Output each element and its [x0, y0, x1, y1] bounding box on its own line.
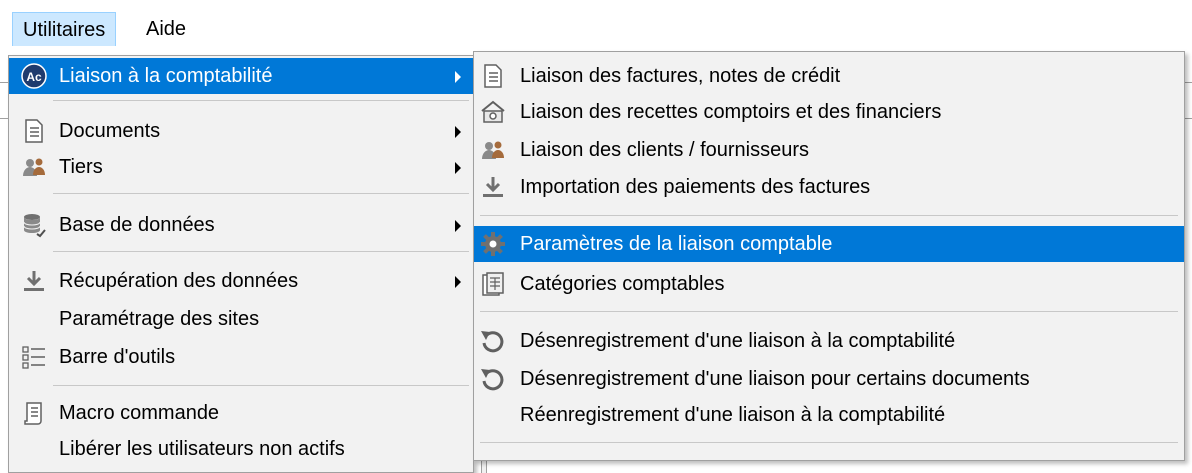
document-icon: [21, 118, 47, 144]
menu-item-label: Catégories comptables: [520, 273, 725, 295]
menu-item-liaison-comptabilite[interactable]: Ac Liaison à la comptabilité: [9, 58, 473, 94]
menu-item-liberer-utilisateurs[interactable]: Libérer les utilisateurs non actifs: [9, 431, 473, 467]
menu-bar: Utilitaires Aide: [0, 0, 1192, 46]
menu-item-label: Base de données: [59, 214, 215, 236]
menu-item-barre-outils[interactable]: Barre d'outils: [9, 339, 473, 375]
menu-item-documents[interactable]: Documents: [9, 113, 473, 149]
menu-item-liaison-recettes[interactable]: Liaison des recettes comptoirs et des fi…: [474, 94, 1184, 130]
submenu-arrow-icon: [455, 126, 461, 138]
menu-item-desenregistrement-liaison[interactable]: Désenregistrement d'une liaison à la com…: [474, 323, 1184, 359]
submenu-arrow-icon: [455, 276, 461, 288]
menu-item-liaison-factures[interactable]: Liaison des factures, notes de crédit: [474, 58, 1184, 94]
menu-item-label: Réenregistrement d'une liaison à la comp…: [520, 404, 946, 426]
menu-item-macro[interactable]: Macro commande: [9, 395, 473, 431]
submenu-arrow-icon: [455, 220, 461, 232]
menu-separator: [53, 251, 469, 252]
menu-item-label: Désenregistrement d'une liaison à la com…: [520, 330, 956, 352]
menu-item-reenregistrement[interactable]: Réenregistrement d'une liaison à la comp…: [474, 397, 1184, 433]
download-icon: [480, 174, 506, 200]
menu-item-label: Liaison à la comptabilité: [59, 65, 273, 87]
menu-separator: [53, 193, 469, 194]
users-icon: [480, 137, 506, 163]
undo-icon: [480, 328, 506, 354]
submenu-arrow-icon: [455, 71, 461, 83]
ledger-icon: [480, 271, 506, 297]
menu-item-label: Libérer les utilisateurs non actifs: [59, 438, 345, 460]
svg-text:Ac: Ac: [26, 70, 42, 84]
menu-item-import-paiements[interactable]: Importation des paiements des factures: [474, 169, 1184, 205]
menu-item-desenregistrement-documents[interactable]: Désenregistrement d'une liaison pour cer…: [474, 361, 1184, 397]
menu-aide[interactable]: Aide: [136, 12, 196, 46]
menu-item-recuperation[interactable]: Récupération des données: [9, 263, 473, 299]
menu-item-label: Importation des paiements des factures: [520, 176, 871, 198]
cash-register-icon: [480, 99, 506, 125]
gear-icon: [480, 231, 506, 257]
menu-separator: [480, 442, 1178, 443]
menu-item-label: Barre d'outils: [59, 346, 176, 368]
menu-separator: [480, 311, 1178, 312]
submenu-arrow-icon: [455, 162, 461, 174]
document-icon: [480, 63, 506, 89]
accounting-badge-icon: Ac: [21, 63, 47, 89]
toolbar-list-icon: [21, 344, 47, 370]
menu-item-label: Liaison des factures, notes de crédit: [520, 65, 841, 87]
menu-item-label: Macro commande: [59, 402, 220, 424]
menu-item-label: Paramètres de la liaison comptable: [520, 233, 833, 255]
menu-item-label: Tiers: [59, 156, 103, 178]
menu-item-tiers[interactable]: Tiers: [9, 149, 473, 185]
menu-item-parametrage-sites[interactable]: Paramétrage des sites: [9, 301, 473, 337]
menu-separator: [53, 385, 469, 386]
menu-item-label: Désenregistrement d'une liaison pour cer…: [520, 368, 1030, 390]
utilitaires-dropdown: Ac Liaison à la comptabilité Documents T…: [8, 55, 474, 473]
menu-item-categories-comptables[interactable]: Catégories comptables: [474, 266, 1184, 302]
menu-utilitaires[interactable]: Utilitaires: [12, 12, 117, 46]
undo-icon: [480, 366, 506, 392]
menu-separator: [480, 215, 1178, 216]
menu-separator: [53, 100, 469, 101]
menu-item-label: Récupération des données: [59, 270, 299, 292]
menu-item-liaison-clients[interactable]: Liaison des clients / fournisseurs: [474, 132, 1184, 168]
menu-item-label: Liaison des recettes comptoirs et des fi…: [520, 101, 942, 123]
database-icon: [21, 212, 47, 238]
menu-item-label: Liaison des clients / fournisseurs: [520, 139, 810, 161]
menu-item-label: Documents: [59, 120, 161, 142]
menu-item-parametres-liaison[interactable]: Paramètres de la liaison comptable: [474, 226, 1184, 262]
macro-scroll-icon: [21, 400, 47, 426]
download-icon: [21, 268, 47, 294]
menu-item-base-donnees[interactable]: Base de données: [9, 207, 473, 243]
users-icon: [21, 154, 47, 180]
menu-item-label: Paramétrage des sites: [59, 308, 260, 330]
liaison-submenu: Liaison des factures, notes de crédit Li…: [473, 51, 1185, 461]
